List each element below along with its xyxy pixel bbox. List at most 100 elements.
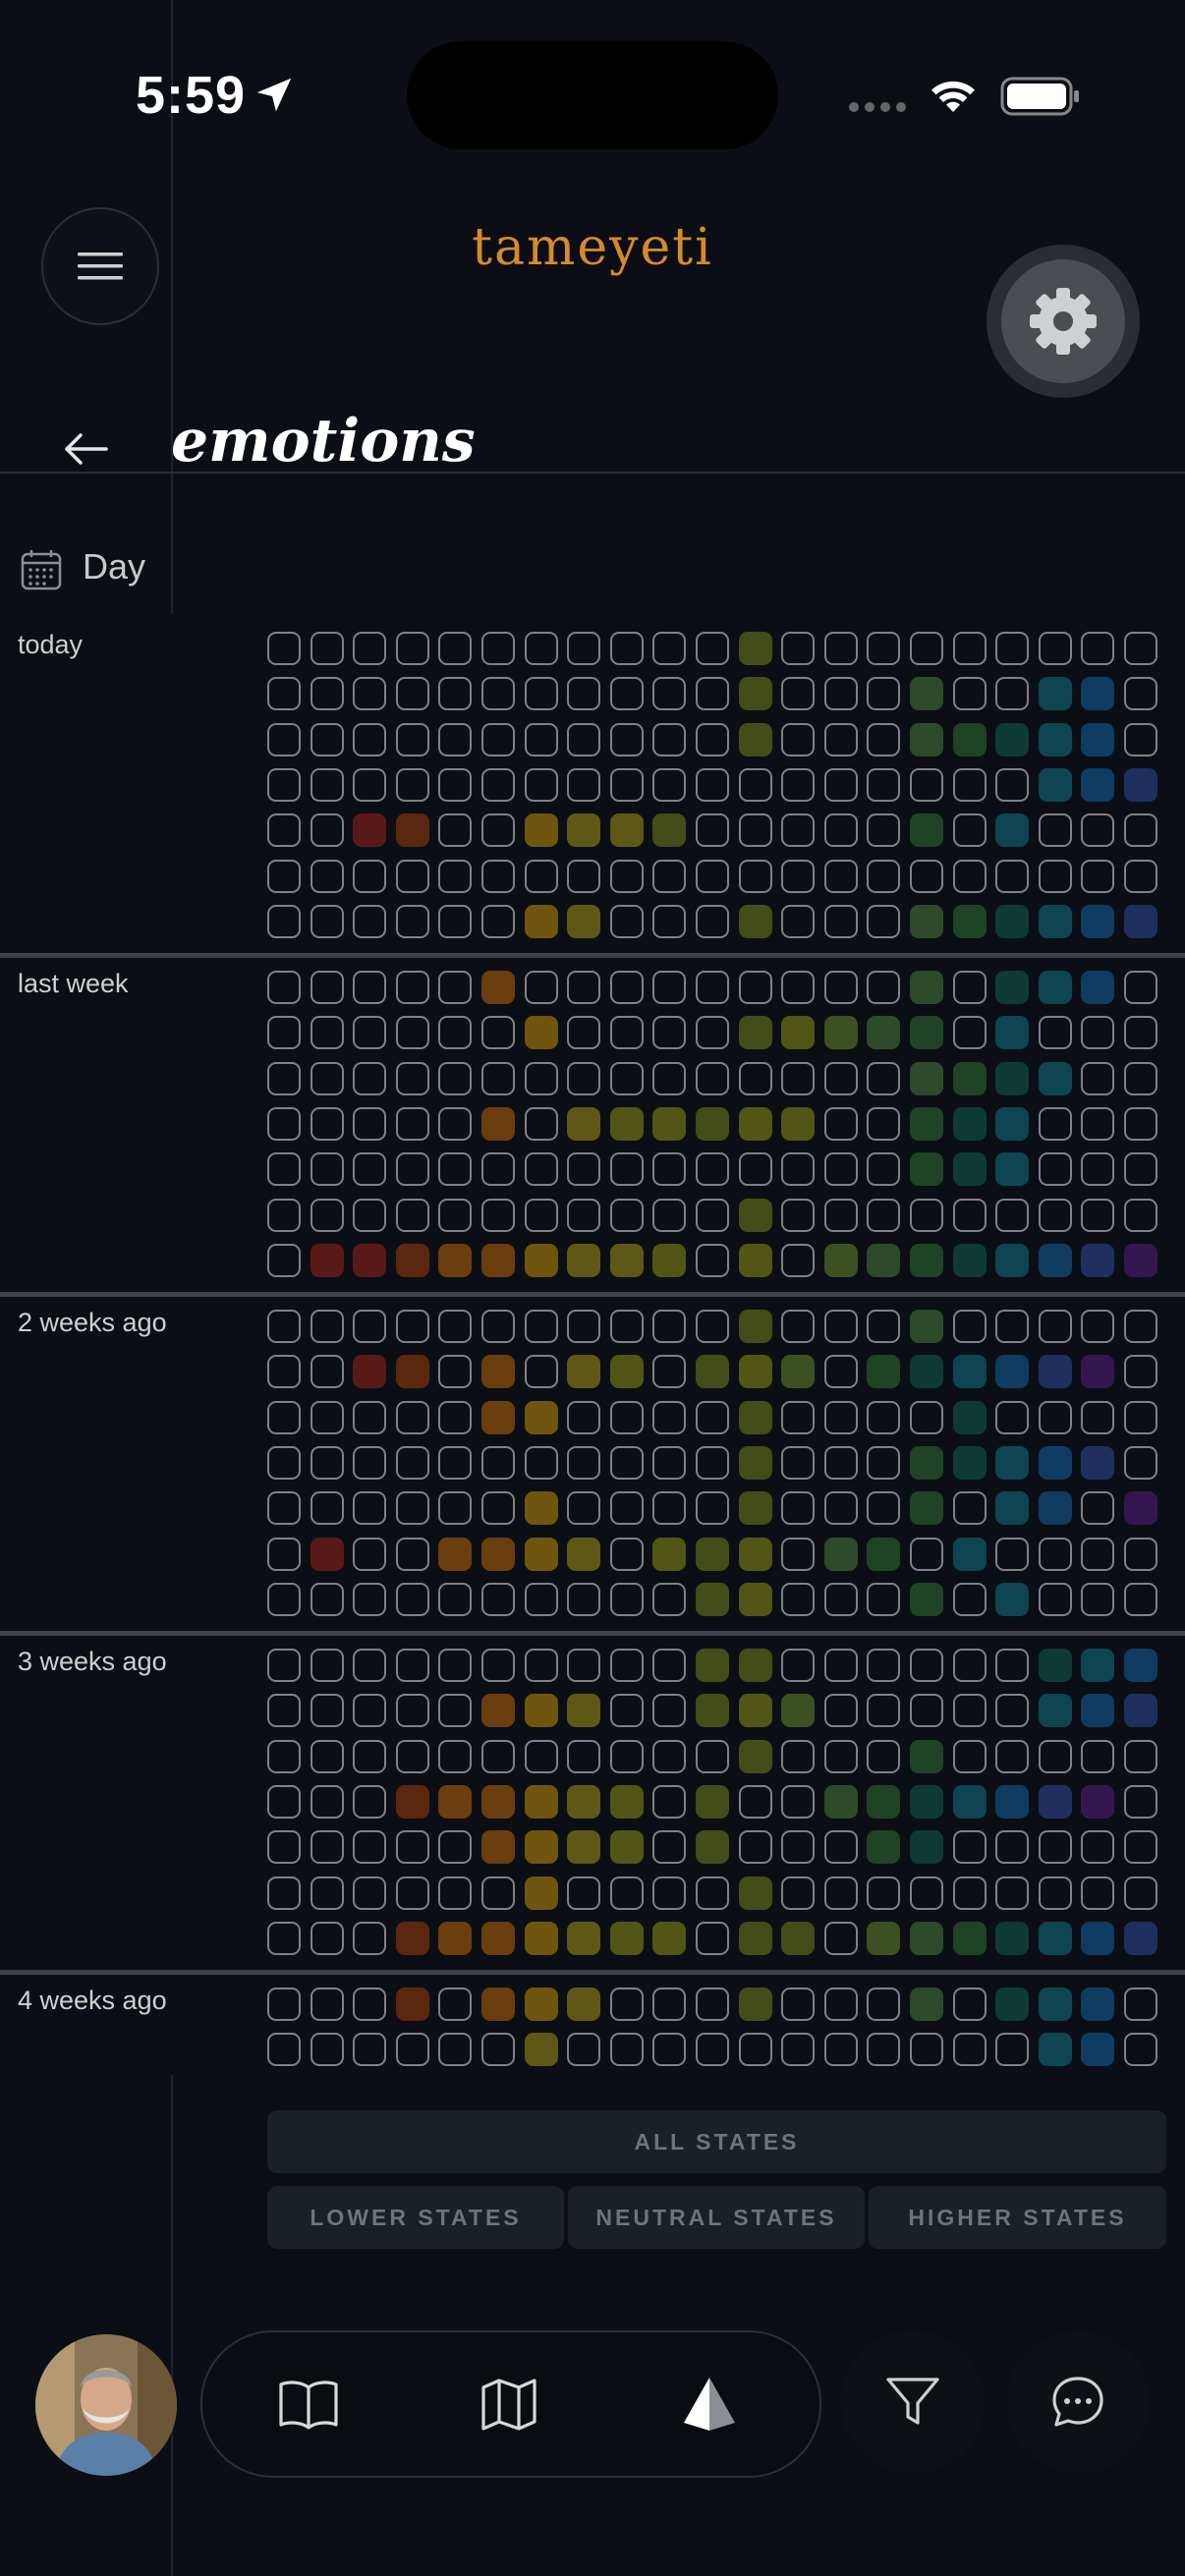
emotion-cell[interactable] [910, 1740, 943, 1773]
emotion-cell[interactable] [953, 723, 987, 756]
emotion-cell[interactable] [310, 1016, 344, 1049]
emotion-cell[interactable] [910, 1199, 943, 1232]
emotion-cell[interactable] [353, 1446, 386, 1480]
emotion-cell[interactable] [310, 1785, 344, 1819]
emotion-cell[interactable] [1081, 768, 1114, 802]
emotion-cell[interactable] [396, 1491, 429, 1525]
emotion-cell[interactable] [310, 1244, 344, 1277]
emotion-cell[interactable] [910, 1830, 943, 1864]
emotion-cell[interactable] [781, 1988, 815, 2021]
emotion-cell[interactable] [525, 1199, 558, 1232]
emotion-cell[interactable] [1124, 1538, 1157, 1571]
emotion-cell[interactable] [567, 1491, 600, 1525]
emotion-cell[interactable] [610, 971, 644, 1004]
emotion-cell[interactable] [310, 723, 344, 756]
emotion-cell[interactable] [824, 1988, 858, 2021]
emotion-cell[interactable] [438, 813, 472, 847]
emotion-cell[interactable] [995, 1694, 1029, 1727]
emotion-cell[interactable] [824, 1107, 858, 1141]
emotion-cell[interactable] [953, 1244, 987, 1277]
emotion-cell[interactable] [824, 1649, 858, 1682]
emotion-cell[interactable] [739, 632, 772, 665]
emotion-cell[interactable] [1039, 677, 1072, 710]
emotion-cell[interactable] [739, 971, 772, 1004]
emotion-cell[interactable] [525, 1446, 558, 1480]
emotion-cell[interactable] [353, 1355, 386, 1388]
emotion-cell[interactable] [481, 1785, 515, 1819]
emotion-cell[interactable] [953, 1830, 987, 1864]
emotion-cell[interactable] [481, 1355, 515, 1388]
emotion-cell[interactable] [525, 905, 558, 938]
emotion-cell[interactable] [910, 1876, 943, 1910]
emotion-cell[interactable] [1081, 1830, 1114, 1864]
emotion-cell[interactable] [267, 1152, 301, 1186]
emotion-cell[interactable] [310, 632, 344, 665]
emotion-cell[interactable] [353, 813, 386, 847]
emotion-cell[interactable] [995, 860, 1029, 893]
emotion-cell[interactable] [353, 1988, 386, 2021]
emotion-cell[interactable] [353, 1830, 386, 1864]
emotion-cell[interactable] [353, 1785, 386, 1819]
emotion-cell[interactable] [781, 971, 815, 1004]
emotion-cell[interactable] [910, 1062, 943, 1095]
emotion-cell[interactable] [781, 1016, 815, 1049]
emotion-cell[interactable] [1124, 1446, 1157, 1480]
emotion-cell[interactable] [867, 1016, 900, 1049]
emotion-cell[interactable] [995, 1016, 1029, 1049]
emotion-cell[interactable] [910, 1401, 943, 1434]
emotion-cell[interactable] [567, 1538, 600, 1571]
emotion-cell[interactable] [310, 1988, 344, 2021]
emotion-cell[interactable] [739, 1016, 772, 1049]
emotion-cell[interactable] [567, 1446, 600, 1480]
back-arrow-icon[interactable] [61, 424, 110, 474]
emotion-cell[interactable] [652, 1694, 686, 1727]
emotion-cell[interactable] [867, 1694, 900, 1727]
emotion-cell[interactable] [267, 1199, 301, 1232]
emotion-cell[interactable] [739, 2033, 772, 2066]
emotion-cell[interactable] [696, 1401, 729, 1434]
emotion-cell[interactable] [867, 1446, 900, 1480]
emotion-cell[interactable] [1124, 1401, 1157, 1434]
emotion-cell[interactable] [910, 677, 943, 710]
emotion-cell[interactable] [867, 1062, 900, 1095]
emotion-cell[interactable] [781, 1583, 815, 1616]
book-icon[interactable] [277, 2376, 340, 2433]
emotion-cell[interactable] [525, 632, 558, 665]
emotion-cell[interactable] [953, 1538, 987, 1571]
emotion-cell[interactable] [438, 1244, 472, 1277]
emotion-cell[interactable] [1039, 1538, 1072, 1571]
emotion-cell[interactable] [696, 1876, 729, 1910]
emotion-cell[interactable] [1081, 1062, 1114, 1095]
emotion-cell[interactable] [567, 1649, 600, 1682]
emotion-cell[interactable] [824, 813, 858, 847]
emotion-cell[interactable] [824, 1016, 858, 1049]
emotion-cell[interactable] [1081, 905, 1114, 938]
emotion-cell[interactable] [438, 1988, 472, 2021]
emotion-cell[interactable] [1124, 1310, 1157, 1343]
emotion-cell[interactable] [481, 1062, 515, 1095]
emotion-cell[interactable] [610, 1785, 644, 1819]
emotion-cell[interactable] [696, 1107, 729, 1141]
emotion-cell[interactable] [953, 1694, 987, 1727]
emotion-cell[interactable] [824, 971, 858, 1004]
emotion-cell[interactable] [995, 1583, 1029, 1616]
emotion-cell[interactable] [995, 1538, 1029, 1571]
emotion-cell[interactable] [353, 1694, 386, 1727]
emotion-cell[interactable] [696, 1199, 729, 1232]
emotion-cell[interactable] [781, 1922, 815, 1955]
emotion-cell[interactable] [824, 1922, 858, 1955]
emotion-cell[interactable] [567, 1244, 600, 1277]
emotion-cell[interactable] [652, 1401, 686, 1434]
emotion-cell[interactable] [953, 768, 987, 802]
emotion-cell[interactable] [824, 1152, 858, 1186]
emotion-cell[interactable] [267, 1876, 301, 1910]
emotion-cell[interactable] [995, 1876, 1029, 1910]
emotion-cell[interactable] [1124, 1694, 1157, 1727]
emotion-cell[interactable] [396, 1310, 429, 1343]
emotion-cell[interactable] [1124, 1988, 1157, 2021]
emotion-cell[interactable] [696, 677, 729, 710]
emotion-cell[interactable] [824, 1876, 858, 1910]
emotion-cell[interactable] [696, 632, 729, 665]
avatar[interactable] [35, 2334, 177, 2476]
emotion-cell[interactable] [310, 1649, 344, 1682]
